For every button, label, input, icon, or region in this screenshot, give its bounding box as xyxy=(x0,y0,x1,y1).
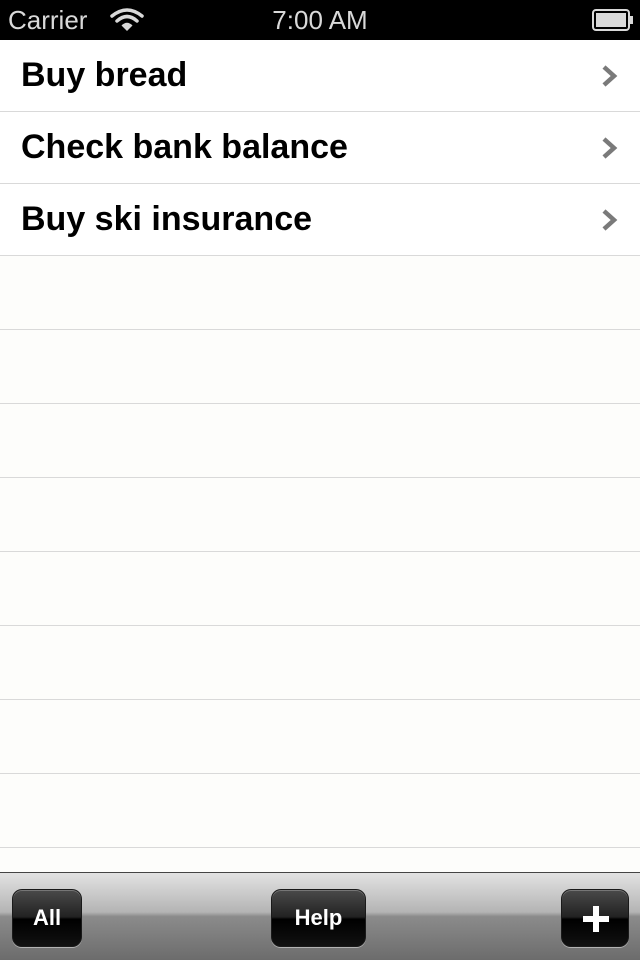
chevron-right-icon xyxy=(602,65,618,87)
battery-icon xyxy=(592,9,633,31)
empty-row xyxy=(0,330,640,404)
list-item-label: Buy ski insurance xyxy=(21,200,313,238)
all-button[interactable]: All xyxy=(12,889,82,947)
status-time: 7:00 AM xyxy=(272,5,368,35)
empty-row xyxy=(0,256,640,330)
app-screen: Carrier 7:00 AM Buy bread Check bank bal… xyxy=(0,0,640,960)
chevron-right-icon xyxy=(602,137,618,159)
chevron-right-icon xyxy=(602,209,618,231)
bottom-toolbar: All Help xyxy=(0,872,640,960)
add-button[interactable] xyxy=(561,889,629,947)
list-item[interactable]: Buy bread xyxy=(0,40,640,112)
todo-list: Buy bread Check bank balance Buy ski ins… xyxy=(0,40,640,872)
status-bar: Carrier 7:00 AM xyxy=(0,0,640,40)
list-item[interactable]: Buy ski insurance xyxy=(0,184,640,256)
empty-row xyxy=(0,848,640,872)
list-item-label: Buy bread xyxy=(21,56,188,94)
empty-row xyxy=(0,404,640,478)
help-button[interactable]: Help xyxy=(271,889,366,947)
empty-row xyxy=(0,626,640,700)
list-item-label: Check bank balance xyxy=(21,128,348,166)
empty-row xyxy=(0,774,640,848)
empty-row xyxy=(0,478,640,552)
plus-icon xyxy=(583,906,609,932)
empty-row xyxy=(0,700,640,774)
list-item[interactable]: Check bank balance xyxy=(0,112,640,184)
empty-row xyxy=(0,552,640,626)
